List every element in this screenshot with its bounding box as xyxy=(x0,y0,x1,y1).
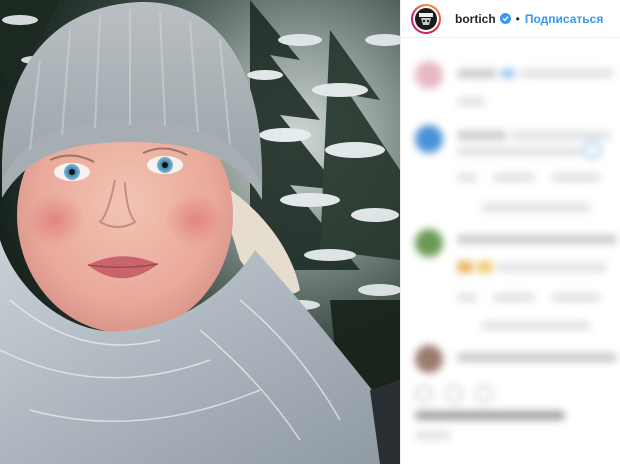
comment-text xyxy=(497,263,607,272)
comment-meta xyxy=(457,173,477,182)
comment-meta xyxy=(493,173,535,182)
comment-meta xyxy=(457,97,485,106)
likes-count xyxy=(415,411,565,420)
comment-icon xyxy=(583,141,601,159)
follow-button[interactable]: Подписаться xyxy=(525,12,603,26)
view-replies xyxy=(481,321,591,330)
heart-icon xyxy=(415,385,433,403)
comment-username xyxy=(457,235,617,244)
username-link[interactable]: bortich xyxy=(455,12,496,26)
post-photo[interactable] xyxy=(0,0,400,464)
comment-username xyxy=(457,69,497,78)
comment-avatar xyxy=(415,61,443,89)
comment-avatar xyxy=(415,229,443,257)
selfie-image xyxy=(0,0,400,464)
comment-meta xyxy=(551,173,601,182)
share-icon xyxy=(475,385,493,403)
comment-avatar xyxy=(415,345,443,373)
emoji-icon xyxy=(457,261,473,273)
verified-badge-icon xyxy=(501,69,515,78)
comments-list xyxy=(401,39,620,464)
comment-text xyxy=(511,131,611,140)
view-replies xyxy=(481,203,591,212)
comment-text xyxy=(519,69,614,78)
instagram-post: bortich • Подписаться xyxy=(0,0,620,464)
verified-badge-icon xyxy=(499,13,511,24)
profile-avatar[interactable] xyxy=(411,3,441,34)
comment-text xyxy=(457,353,617,362)
comment-text xyxy=(457,147,582,156)
separator-dot: • xyxy=(515,11,520,26)
emoji-icon xyxy=(477,261,493,273)
post-date xyxy=(415,431,450,440)
comment-icon xyxy=(445,385,463,403)
comment-meta xyxy=(551,293,601,302)
post-header: bortich • Подписаться xyxy=(401,0,620,38)
brand-logo-icon xyxy=(419,12,433,25)
comment-username xyxy=(457,131,507,140)
post-sidebar: bortich • Подписаться xyxy=(400,0,620,464)
comment-meta xyxy=(493,293,535,302)
comment-meta xyxy=(457,293,477,302)
comment-avatar xyxy=(415,125,443,153)
